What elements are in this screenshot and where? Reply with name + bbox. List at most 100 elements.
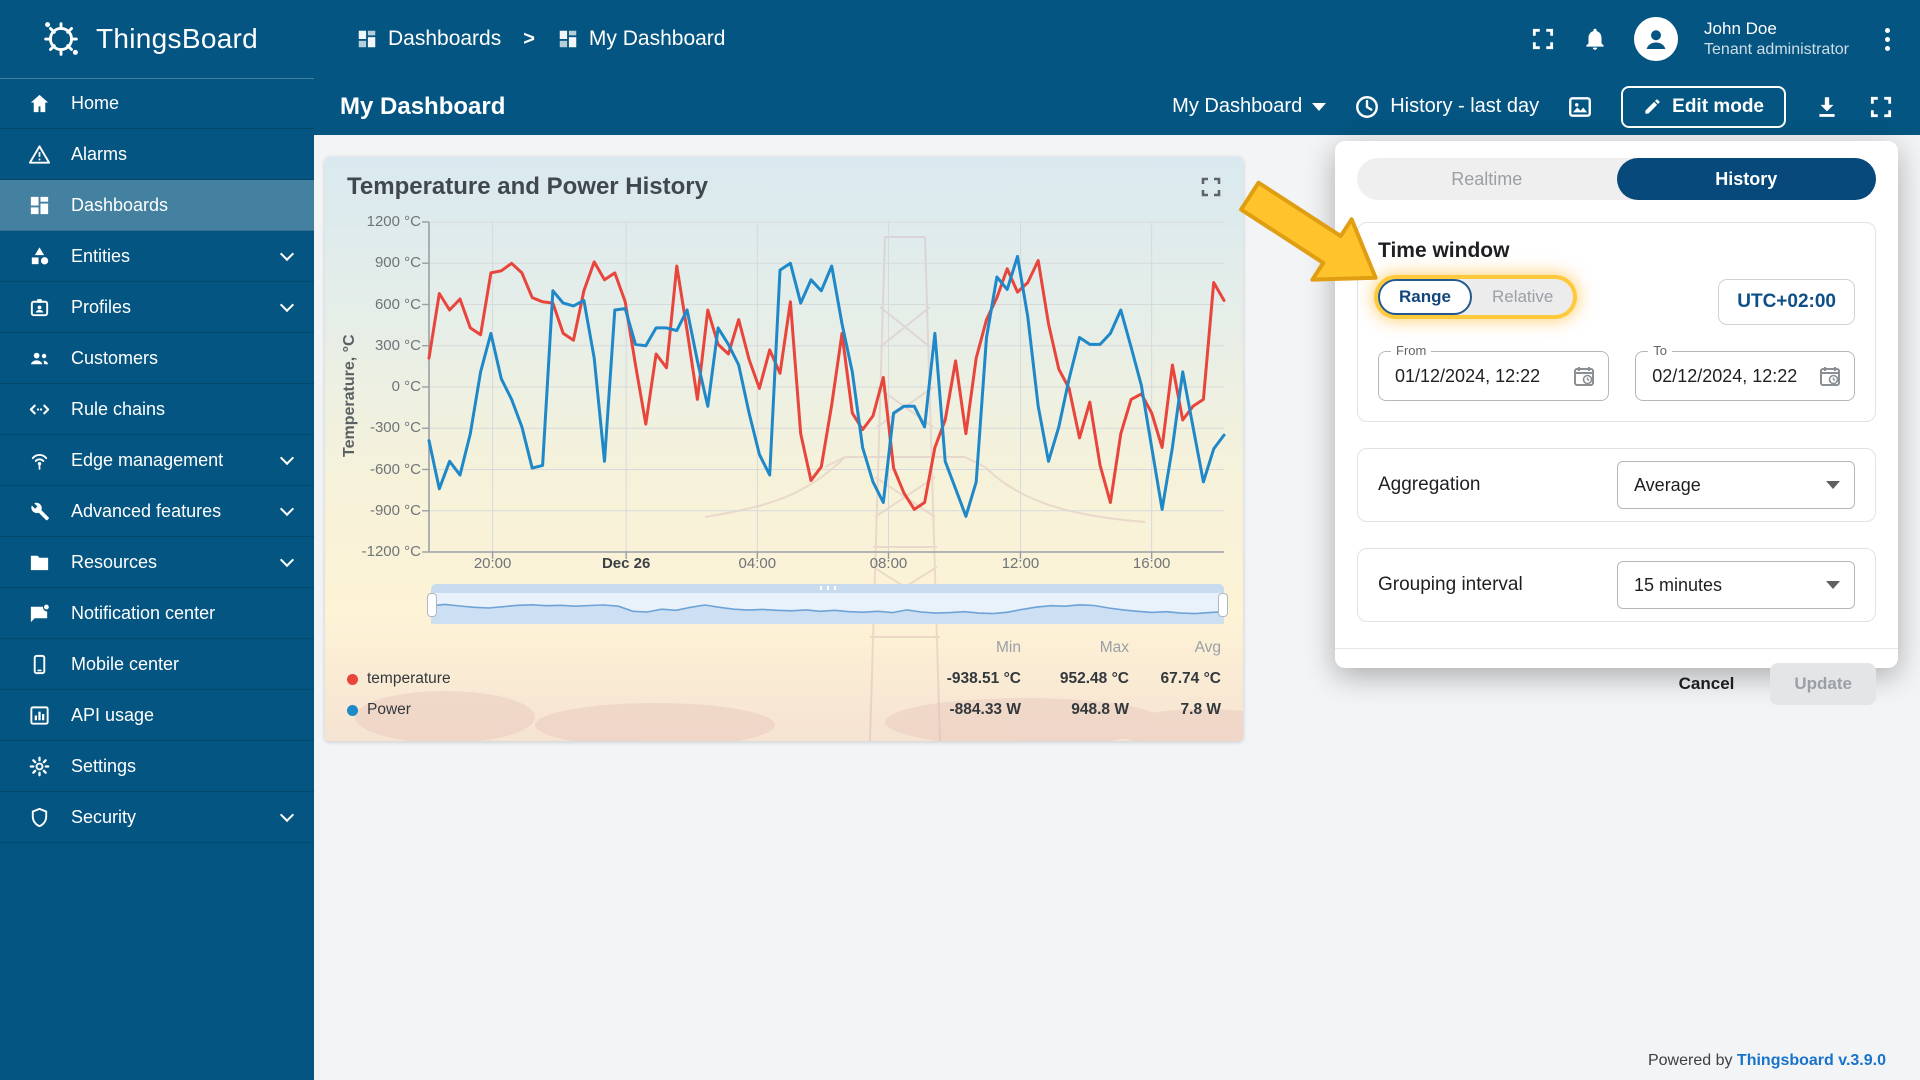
sidebar-item-label: Notification center <box>71 602 216 623</box>
user-info[interactable]: John Doe Tenant administrator <box>1704 18 1849 61</box>
sidebar-item-dashboards[interactable]: Dashboards <box>0 180 314 231</box>
grouping-interval-card: Grouping interval 15 minutes <box>1357 548 1876 622</box>
breadcrumb-separator: > <box>523 27 535 50</box>
sidebar-item-profiles[interactable]: Profiles <box>0 282 314 333</box>
legend-series-label: temperature <box>367 670 451 687</box>
from-label: From <box>1391 343 1432 358</box>
timewindow-popup: Realtime History Time window Range Relat… <box>1335 141 1898 705</box>
user-avatar[interactable] <box>1634 17 1679 61</box>
security-shield-icon <box>31 807 48 827</box>
dashboard-select[interactable]: My Dashboard <box>1172 95 1327 118</box>
sidebar-item-mobile-center[interactable]: Mobile center <box>0 639 314 690</box>
from-value: 01/12/2024, 12:22 <box>1395 365 1541 386</box>
dashboards-grid-icon <box>30 196 49 214</box>
logo-text: ThingsBoard <box>96 23 259 54</box>
chevron-down-icon <box>279 807 295 822</box>
sidebar-item-notification-center[interactable]: Notification center <box>0 588 314 639</box>
screenshot-image-icon[interactable] <box>1567 94 1593 120</box>
cancel-button[interactable]: Cancel <box>1673 664 1741 704</box>
settings-gear-icon <box>29 756 50 776</box>
chart-plot-area[interactable] <box>422 221 1226 559</box>
version-link[interactable]: Thingsboard v.3.9.0 <box>1737 1052 1886 1069</box>
y-tick-label: -900 °C <box>369 501 421 519</box>
thingsboard-logo[interactable]: ThingsBoard <box>0 16 314 62</box>
chevron-down-icon <box>279 501 295 516</box>
navigator-grip-icon[interactable] <box>819 586 836 590</box>
sidebar-item-label: Security <box>71 806 137 827</box>
breadcrumb-dashboards[interactable]: Dashboards <box>356 27 501 51</box>
page-title: My Dashboard <box>340 92 506 120</box>
sidebar-item-rule-chains[interactable]: Rule chains <box>0 384 314 435</box>
chart-navigator-scrollbar[interactable] <box>427 584 1228 624</box>
to-value: 02/12/2024, 12:22 <box>1652 365 1798 386</box>
chevron-down-icon <box>1826 481 1840 489</box>
user-name: John Doe <box>1704 18 1777 38</box>
x-axis-tick-labels: 20:00 Dec 26 04:00 08:00 12:00 16:00 <box>429 555 1224 579</box>
legend-color-dot <box>347 673 358 685</box>
powered-by-text: Powered by <box>1647 1052 1733 1069</box>
chart-widget: Temperature and Power History Temperatur… <box>325 157 1243 741</box>
sidebar-item-entities[interactable]: Entities <box>0 231 314 282</box>
dashboard-select-value: My Dashboard <box>1172 95 1303 117</box>
navigator-left-handle[interactable] <box>427 593 437 617</box>
stat-value: 67.74 °C <box>1160 670 1222 687</box>
timezone-button[interactable]: UTC+02:00 <box>1718 279 1855 325</box>
sidebar-item-resources[interactable]: Resources <box>0 537 314 588</box>
customers-people-icon <box>30 352 49 364</box>
entities-shapes-icon <box>31 246 49 264</box>
sidebar-item-home[interactable]: Home <box>0 78 314 129</box>
navigator-right-handle[interactable] <box>1218 593 1228 617</box>
sidebar-item-customers[interactable]: Customers <box>0 333 314 384</box>
calendar-clock-icon[interactable] <box>1572 364 1596 388</box>
chevron-down-icon <box>279 297 295 312</box>
navigator-track[interactable] <box>431 584 1224 593</box>
aggregation-value: Average <box>1634 474 1701 495</box>
range-option[interactable]: Range <box>1378 279 1472 315</box>
tab-realtime[interactable]: Realtime <box>1357 158 1617 200</box>
y-tick-label: 1200 °C <box>366 213 421 230</box>
widget-fullscreen-icon[interactable] <box>1199 175 1223 199</box>
y-tick-label: -1200 °C <box>361 543 421 560</box>
breadcrumb-my-dashboard[interactable]: My Dashboard <box>557 27 725 51</box>
from-date-field[interactable]: From 01/12/2024, 12:22 <box>1378 343 1610 401</box>
sidebar-item-edge-management[interactable]: Edge management <box>0 435 314 486</box>
stat-value: 948.8 W <box>1071 701 1129 718</box>
sidebar-item-settings[interactable]: Settings <box>0 741 314 792</box>
advanced-tools-icon <box>31 502 49 520</box>
download-icon[interactable] <box>1814 94 1840 120</box>
chevron-down-icon <box>1826 581 1840 589</box>
y-tick-label: 900 °C <box>374 254 421 272</box>
legend-item-power[interactable]: Power <box>347 701 913 719</box>
to-date-field[interactable]: To 02/12/2024, 12:22 <box>1635 343 1855 401</box>
fullscreen-icon[interactable] <box>1530 26 1556 52</box>
notifications-bell-icon[interactable] <box>1582 26 1608 52</box>
sidebar-item-label: Alarms <box>71 143 128 164</box>
legend-header-min: Min <box>996 639 1021 656</box>
breadcrumb-label: Dashboards <box>388 27 502 50</box>
legend-item-temperature[interactable]: temperature <box>347 670 913 688</box>
aggregation-select[interactable]: Average <box>1617 461 1855 509</box>
tab-history[interactable]: History <box>1616 158 1876 200</box>
resources-folder-icon <box>30 555 49 570</box>
edit-mode-button[interactable]: Edit mode <box>1621 85 1786 128</box>
grouping-interval-label: Grouping interval <box>1378 574 1523 595</box>
line-chart-svg[interactable] <box>422 221 1226 559</box>
fullscreen-icon[interactable] <box>1868 94 1894 120</box>
more-menu-icon[interactable] <box>1881 24 1894 55</box>
breadcrumb: Dashboards > My Dashboard <box>356 27 725 51</box>
relative-option[interactable]: Relative <box>1472 279 1573 315</box>
sidebar-item-alarms[interactable]: Alarms <box>0 129 314 180</box>
stat-value: 7.8 W <box>1180 701 1221 718</box>
calendar-clock-icon[interactable] <box>1818 364 1842 388</box>
grouping-interval-select[interactable]: 15 minutes <box>1617 561 1855 609</box>
sidebar-item-label: Dashboards <box>71 194 169 215</box>
update-button[interactable]: Update <box>1770 663 1876 705</box>
top-bar: ThingsBoard Dashboards > My Dashboard Jo… <box>0 0 1920 78</box>
grouping-interval-value: 15 minutes <box>1634 574 1723 595</box>
sidebar-item-api-usage[interactable]: API usage <box>0 690 314 741</box>
timewindow-button[interactable]: History - last day <box>1354 94 1539 120</box>
sidebar-item-advanced-features[interactable]: Advanced features <box>0 486 314 537</box>
sidebar-item-security[interactable]: Security <box>0 792 314 843</box>
sidebar-item-label: Edge management <box>71 449 224 470</box>
dashboards-grid-icon <box>358 30 376 48</box>
